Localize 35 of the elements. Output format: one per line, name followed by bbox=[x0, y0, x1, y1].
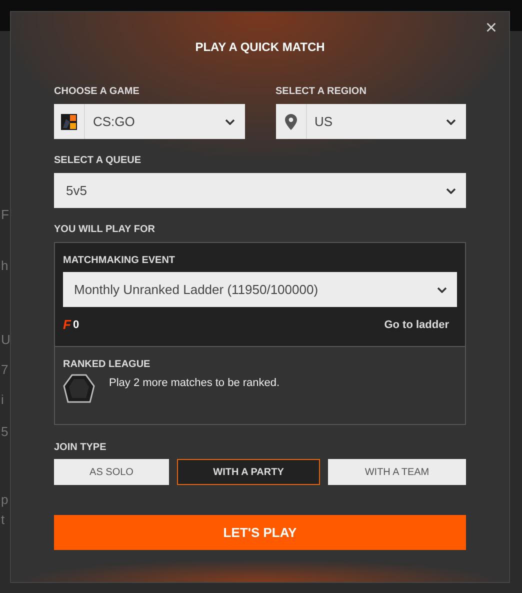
field-label: SELECT A QUEUE bbox=[54, 155, 142, 166]
queue-select[interactable]: 5v5 bbox=[54, 173, 466, 208]
chevron-down-icon bbox=[446, 118, 456, 124]
game-select[interactable]: CS:GO bbox=[54, 104, 244, 139]
background-text: F bbox=[0, 207, 9, 223]
event-select[interactable]: Monthly Unranked Ladder (11950/100000) bbox=[63, 272, 457, 307]
league-label: RANKED LEAGUE bbox=[63, 359, 150, 370]
ladder-link[interactable]: Go to ladder bbox=[384, 318, 449, 330]
background-text: U bbox=[0, 332, 10, 348]
join-type-tab[interactable]: WITH A PARTY bbox=[177, 459, 320, 485]
background-text: h bbox=[0, 258, 8, 274]
dialog-title: PLAY A QUICK MATCH bbox=[195, 40, 325, 54]
chevron-down-icon bbox=[446, 188, 456, 194]
section-label: YOU WILL PLAY FOR bbox=[54, 224, 155, 235]
event-label: MATCHMAKING EVENT bbox=[63, 255, 176, 266]
points-count: 0 bbox=[72, 318, 80, 330]
league-message: Play 2 more matches to be ranked. bbox=[109, 377, 280, 389]
background-text: p bbox=[0, 492, 8, 508]
game-icon bbox=[61, 114, 77, 130]
join-type-tab[interactable]: AS SOLO bbox=[54, 459, 169, 485]
background-text: t bbox=[0, 512, 5, 528]
field-label: SELECT A REGION bbox=[276, 86, 366, 97]
close-button[interactable]: × bbox=[482, 18, 500, 38]
join-type-tab[interactable]: WITH A TEAM bbox=[328, 459, 466, 485]
location-pin-icon bbox=[284, 114, 296, 130]
field-label: CHOOSE A GAME bbox=[54, 86, 140, 97]
section-label: JOIN TYPE bbox=[54, 442, 106, 453]
hexagon-badge-icon bbox=[63, 374, 95, 404]
chevron-down-icon bbox=[437, 286, 447, 292]
region-select[interactable]: US bbox=[276, 104, 466, 139]
background-text: 7 bbox=[0, 362, 8, 378]
background-text: 5 bbox=[0, 424, 8, 440]
chevron-down-icon bbox=[224, 118, 234, 124]
points-logo: F bbox=[63, 317, 71, 332]
background-text: i bbox=[0, 392, 4, 408]
